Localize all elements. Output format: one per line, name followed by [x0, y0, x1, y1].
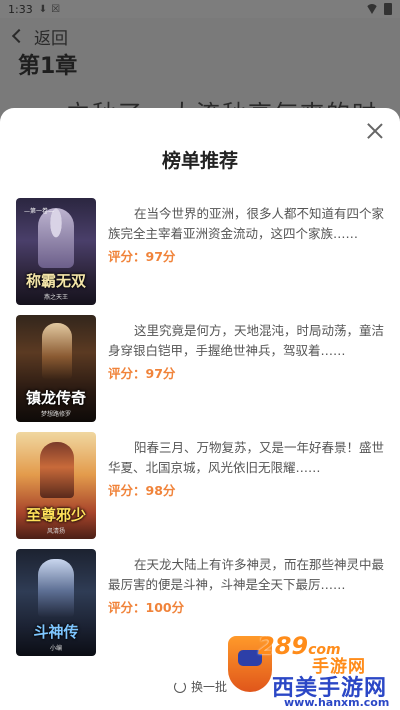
book-item[interactable]: 至尊邪少 风清扬 阳春三月、万物复苏，又是一年好春景！盛世华夏、北国京城，风光依… — [16, 432, 384, 539]
book-score: 评分：97分 — [108, 366, 176, 381]
chevron-left-icon — [11, 28, 27, 44]
status-time: 1:33 — [8, 2, 33, 16]
download-icon: ⬇ — [38, 3, 48, 15]
book-info: 阳春三月、万物复苏，又是一年好春景！盛世华夏、北国京城，风光依旧无限耀…… 评分… — [108, 432, 384, 539]
book-cover[interactable]: —第一卷— 称霸无双 燕之天王 — [16, 198, 96, 305]
refresh-label: 换一批 — [191, 680, 228, 694]
cover-art — [42, 323, 72, 379]
watermark-url: www.hanxm.com — [284, 696, 390, 709]
wifi-icon — [366, 4, 378, 14]
cover-title: 斗神传 — [33, 623, 79, 641]
cover-art — [38, 559, 74, 617]
recommendation-modal: 榜单推荐 —第一卷— 称霸无双 燕之天王 在当今世界的亚洲，很多人都不知道有四个… — [0, 108, 400, 710]
cover-author: 风清扬 — [46, 528, 65, 535]
book-item[interactable]: —第一卷— 称霸无双 燕之天王 在当今世界的亚洲，很多人都不知道有四个家族完全主… — [16, 198, 384, 305]
book-list: —第一卷— 称霸无双 燕之天王 在当今世界的亚洲，很多人都不知道有四个家族完全主… — [16, 198, 384, 666]
book-score: 评分：97分 — [108, 249, 176, 264]
chapter-title: 第1章 — [18, 54, 78, 79]
status-bar: 1:33 ⬇ ☒ — [0, 0, 400, 18]
refresh-icon — [174, 680, 186, 693]
close-icon[interactable] — [366, 122, 384, 140]
book-description: 在当今世界的亚洲，很多人都不知道有四个家族完全主宰着亚洲资金流动，这四个家族…… — [108, 206, 384, 241]
cover-title: 镇龙传奇 — [25, 389, 86, 407]
cover-title: 称霸无双 — [25, 272, 86, 290]
refresh-button[interactable]: 换一批 — [174, 678, 227, 695]
modal-title: 榜单推荐 — [161, 150, 238, 172]
book-score: 评分：100分 — [108, 600, 185, 615]
book-item[interactable]: 镇龙传奇 梦想路修罗 这里究竟是何方，天地混沌，时局动荡，童洁身穿银白铠甲，手握… — [16, 315, 384, 422]
cover-art — [38, 208, 74, 268]
book-info: 这里究竟是何方，天地混沌，时局动荡，童洁身穿银白铠甲，手握绝世神兵，驾驭着…… … — [108, 315, 384, 422]
cover-badge: —第一卷— — [24, 208, 55, 215]
notification-x-icon: ☒ — [51, 3, 61, 15]
book-cover[interactable]: 斗神传 小编 — [16, 549, 96, 656]
book-score: 评分：98分 — [108, 483, 176, 498]
book-description: 这里究竟是何方，天地混沌，时局动荡，童洁身穿银白铠甲，手握绝世神兵，驾驭着…… — [108, 323, 384, 358]
cover-author: 梦想路修罗 — [40, 411, 71, 418]
cover-art — [40, 442, 74, 498]
site-watermark: 289com 手游网 西美手游网 www.hanxm.com — [228, 626, 400, 710]
book-description: 阳春三月、万物复苏，又是一年好春景！盛世华夏、北国京城，风光依旧无限耀…… — [108, 440, 384, 475]
cover-title: 至尊邪少 — [25, 506, 86, 524]
cover-author: 小编 — [49, 645, 62, 652]
cover-author: 燕之天王 — [43, 294, 68, 301]
back-label: 返回 — [34, 28, 68, 49]
book-cover[interactable]: 至尊邪少 风清扬 — [16, 432, 96, 539]
book-description: 在天龙大陆上有许多神灵，而在那些神灵中最最厉害的便是斗神，斗神是全天下最厉…… — [108, 557, 384, 592]
book-info: 在当今世界的亚洲，很多人都不知道有四个家族完全主宰着亚洲资金流动，这四个家族……… — [108, 198, 384, 305]
book-cover[interactable]: 镇龙传奇 梦想路修罗 — [16, 315, 96, 422]
battery-icon — [384, 3, 392, 15]
